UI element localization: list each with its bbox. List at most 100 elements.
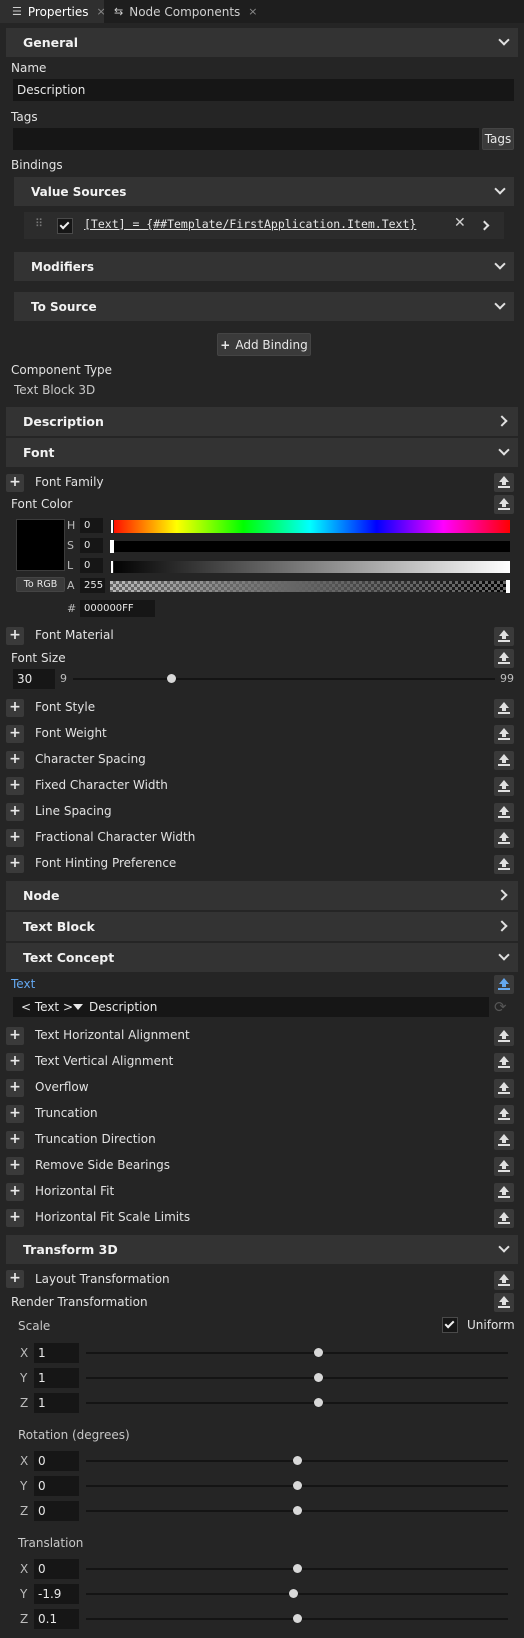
reset-property-button[interactable]: [494, 725, 514, 744]
refresh-icon[interactable]: ⟳: [494, 998, 507, 1016]
lightness-slider[interactable]: [110, 560, 510, 574]
reset-property-button[interactable]: [494, 649, 514, 668]
scale-slider[interactable]: [86, 1402, 508, 1404]
reset-property-button[interactable]: [494, 1131, 514, 1150]
reset-property-button[interactable]: [494, 1027, 514, 1046]
tab-node-components[interactable]: ⇆ Node Components ×: [104, 0, 264, 23]
reset-property-button[interactable]: [494, 1271, 514, 1290]
add-property-button[interactable]: +: [6, 777, 24, 795]
rotation-x-input[interactable]: 0: [34, 1451, 79, 1471]
slider-handle[interactable]: [293, 1456, 302, 1465]
reset-property-button[interactable]: [494, 1157, 514, 1176]
reset-property-button[interactable]: [494, 1293, 514, 1312]
binding-expression[interactable]: [Text] = {##Template/FirstApplication.It…: [84, 217, 416, 231]
section-description[interactable]: Description: [6, 407, 518, 436]
uniform-checkbox[interactable]: [442, 1317, 458, 1333]
slider-handle[interactable]: [110, 560, 114, 574]
section-font[interactable]: Font: [6, 438, 518, 467]
font-size-input[interactable]: 30: [13, 669, 55, 689]
add-property-button[interactable]: +: [6, 1209, 24, 1227]
add-binding-button[interactable]: + Add Binding: [217, 333, 311, 356]
add-property-button[interactable]: +: [6, 855, 24, 873]
scale-x-input[interactable]: 1: [34, 1343, 79, 1363]
color-swatch[interactable]: [16, 519, 65, 571]
binding-enabled-checkbox[interactable]: [57, 218, 73, 234]
reset-property-button[interactable]: [494, 473, 514, 492]
tab-properties[interactable]: ☰ Properties ×: [0, 0, 106, 23]
add-property-button[interactable]: +: [6, 1183, 24, 1201]
add-property-button[interactable]: +: [6, 803, 24, 821]
section-transform-3d[interactable]: Transform 3D: [6, 1235, 518, 1264]
hex-input[interactable]: 000000FF: [80, 600, 155, 617]
reset-property-button[interactable]: [494, 1105, 514, 1124]
saturation-slider[interactable]: [110, 540, 510, 553]
value-sources-header[interactable]: Value Sources: [14, 177, 514, 206]
slider-handle[interactable]: [110, 540, 114, 553]
add-property-button[interactable]: +: [6, 751, 24, 769]
reset-property-button[interactable]: [494, 975, 514, 994]
name-input[interactable]: Description: [13, 79, 514, 101]
font-size-slider[interactable]: [73, 678, 495, 680]
reset-property-button[interactable]: [494, 1183, 514, 1202]
translation-x-input[interactable]: 0: [34, 1559, 79, 1579]
tags-button[interactable]: Tags: [482, 128, 514, 150]
add-property-button[interactable]: +: [6, 1270, 24, 1288]
add-property-button[interactable]: +: [6, 1105, 24, 1123]
reset-property-button[interactable]: [494, 495, 514, 514]
slider-handle[interactable]: [167, 674, 176, 683]
text-value[interactable]: Description: [89, 1000, 157, 1014]
slider-handle[interactable]: [293, 1564, 302, 1573]
saturation-input[interactable]: 0: [80, 538, 103, 553]
add-property-button[interactable]: +: [6, 1157, 24, 1175]
reset-property-button[interactable]: [494, 751, 514, 770]
dropdown-arrow-icon[interactable]: [73, 1004, 83, 1010]
slider-handle[interactable]: [506, 580, 510, 593]
add-property-button[interactable]: +: [6, 627, 24, 645]
reset-property-button[interactable]: [494, 829, 514, 848]
reset-property-button[interactable]: [494, 1079, 514, 1098]
reset-property-button[interactable]: [494, 627, 514, 646]
add-property-button[interactable]: +: [6, 725, 24, 743]
slider-handle[interactable]: [293, 1506, 302, 1515]
reset-property-button[interactable]: [494, 777, 514, 796]
reset-property-button[interactable]: [494, 699, 514, 718]
section-node[interactable]: Node: [6, 881, 518, 910]
slider-handle[interactable]: [314, 1398, 324, 1407]
section-text-block[interactable]: Text Block: [6, 912, 518, 941]
translation-z-input[interactable]: 0.1: [34, 1609, 79, 1629]
reset-property-button[interactable]: [494, 1053, 514, 1072]
reset-property-button[interactable]: [494, 1209, 514, 1228]
section-text-concept[interactable]: Text Concept: [6, 943, 518, 972]
rotation-y-input[interactable]: 0: [34, 1476, 79, 1496]
add-property-button[interactable]: +: [6, 1027, 24, 1045]
lightness-input[interactable]: 0: [80, 558, 103, 573]
slider-handle[interactable]: [110, 519, 114, 534]
add-property-button[interactable]: +: [6, 1079, 24, 1097]
reset-property-button[interactable]: [494, 803, 514, 822]
rotation-z-input[interactable]: 0: [34, 1501, 79, 1521]
slider-handle[interactable]: [314, 1373, 324, 1382]
modifiers-header[interactable]: Modifiers: [14, 252, 514, 281]
add-property-button[interactable]: +: [6, 1053, 24, 1071]
alpha-input[interactable]: 255: [80, 578, 105, 593]
scale-z-input[interactable]: 1: [34, 1393, 79, 1413]
close-icon[interactable]: ×: [248, 5, 257, 18]
add-property-button[interactable]: +: [6, 699, 24, 717]
hue-slider[interactable]: [110, 519, 510, 534]
add-property-button[interactable]: +: [6, 829, 24, 847]
binding-row[interactable]: ⠿ [Text] = {##Template/FirstApplication.…: [24, 212, 504, 239]
scale-slider[interactable]: [86, 1352, 508, 1354]
hue-input[interactable]: 0: [80, 518, 103, 533]
drag-handle-icon[interactable]: ⠿: [35, 217, 43, 230]
remove-binding-icon[interactable]: ✕: [454, 215, 466, 231]
slider-handle[interactable]: [314, 1348, 324, 1357]
section-general[interactable]: General: [6, 28, 518, 57]
tags-input[interactable]: [13, 128, 479, 150]
scale-slider[interactable]: [86, 1377, 508, 1379]
scale-y-input[interactable]: 1: [34, 1368, 79, 1388]
alpha-slider[interactable]: [110, 580, 510, 593]
translation-y-input[interactable]: -1.9: [34, 1584, 79, 1604]
slider-handle[interactable]: [293, 1481, 302, 1490]
to-rgb-button[interactable]: To RGB: [16, 577, 65, 592]
add-property-button[interactable]: +: [6, 1131, 24, 1149]
